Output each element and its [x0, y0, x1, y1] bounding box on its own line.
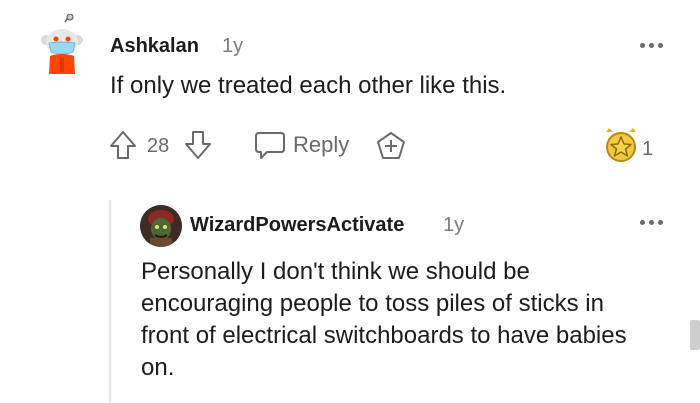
reply-age: 1y [443, 214, 465, 236]
award-count: 1 [642, 138, 654, 160]
downvote-arrow-icon[interactable] [184, 130, 212, 165]
add-award-icon[interactable] [375, 131, 407, 166]
reply-label: Reply [293, 132, 350, 157]
reply-body: Personally I don't think we should be en… [141, 258, 627, 381]
comment-body: If only we treated each other like this. [110, 72, 507, 99]
upvote-arrow-icon[interactable] [109, 130, 137, 165]
reply-user-avatar[interactable] [140, 205, 182, 247]
reply-more-options-icon[interactable] [640, 217, 666, 227]
thread-line[interactable] [109, 200, 111, 403]
user-avatar-snoo[interactable] [38, 13, 86, 76]
comment-username[interactable]: Ashkalan [110, 35, 199, 58]
reply-button[interactable]: Reply [254, 130, 354, 162]
comment-thread: Ashkalan 1y If only we treated each othe… [0, 0, 700, 403]
gold-star-award-icon[interactable] [604, 128, 638, 169]
comment-age: 1y [222, 35, 244, 57]
more-options-icon[interactable] [640, 40, 666, 50]
vote-count: 28 [147, 135, 170, 157]
reply-username[interactable]: WizardPowersActivate [190, 214, 404, 237]
scrollbar-thumb[interactable] [690, 320, 700, 350]
speech-bubble-icon [254, 130, 286, 165]
